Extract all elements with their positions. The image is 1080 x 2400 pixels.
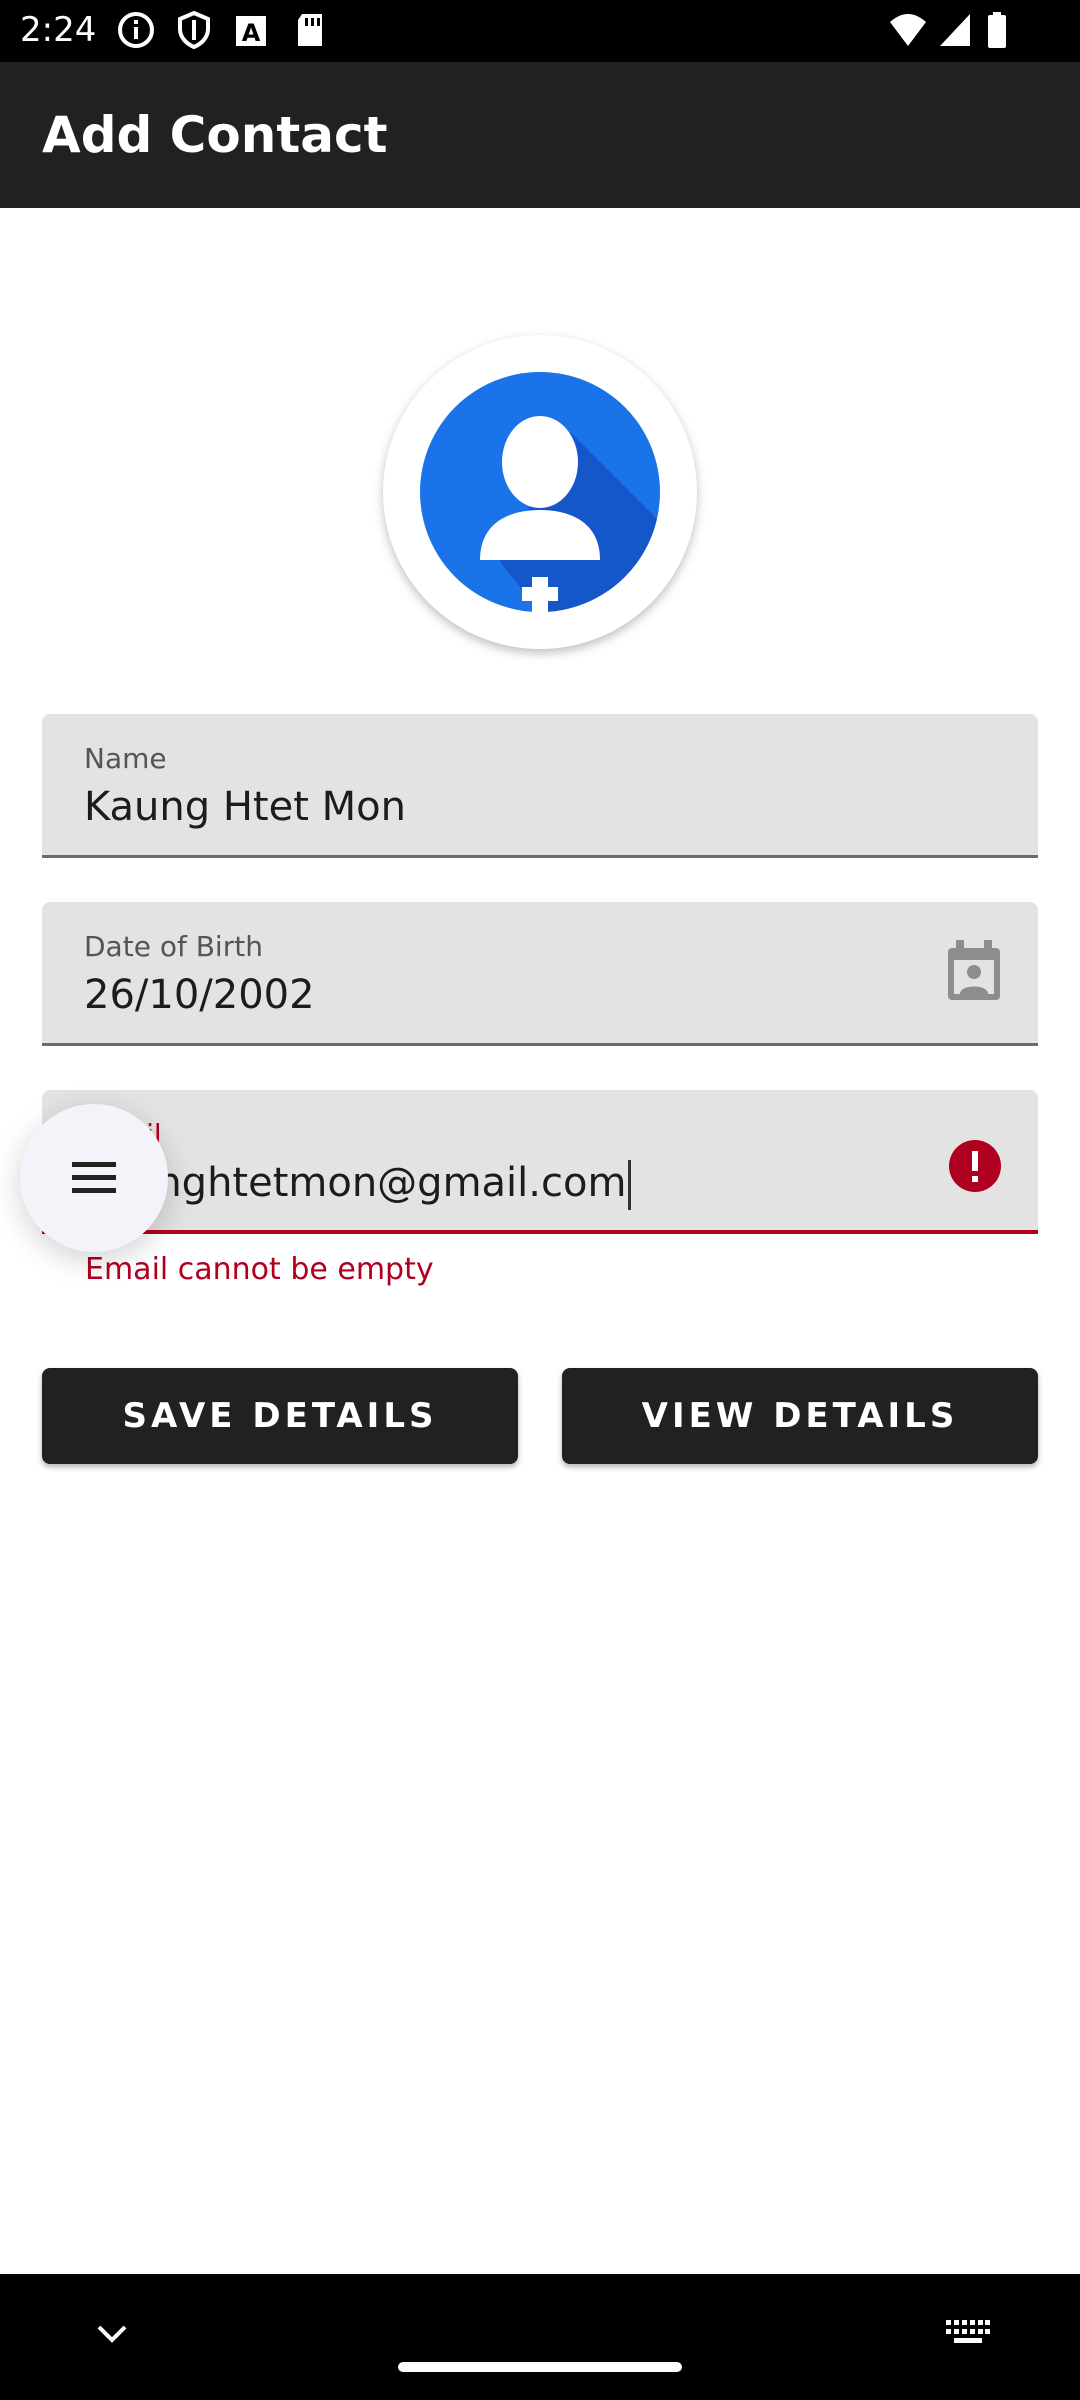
dob-label: Date of Birth xyxy=(84,930,263,963)
navigation-bar xyxy=(0,2274,1080,2400)
name-field[interactable]: Name Kaung Htet Mon xyxy=(42,714,1038,858)
name-label: Name xyxy=(84,742,167,775)
email-error-text: Email cannot be empty xyxy=(85,1252,434,1287)
signal-icon xyxy=(938,10,972,55)
a-badge-icon: A xyxy=(234,10,270,55)
dob-field[interactable]: Date of Birth 26/10/2002 xyxy=(42,902,1038,1046)
avatar-button[interactable] xyxy=(383,335,697,649)
dob-value: 26/10/2002 xyxy=(84,972,315,1018)
view-details-button[interactable]: VIEW DETAILS xyxy=(562,1368,1038,1464)
wifi-icon xyxy=(888,10,928,55)
add-person-icon xyxy=(420,372,660,612)
status-bar: 2:24 A xyxy=(0,0,1080,62)
chevron-down-icon[interactable] xyxy=(96,2324,128,2349)
email-field[interactable]: Email kaunghtetmon@gmail.com xyxy=(42,1090,1038,1234)
page-title: Add Contact xyxy=(42,106,388,164)
floating-menu-button[interactable] xyxy=(20,1104,168,1252)
sd-card-icon xyxy=(292,10,328,55)
menu-icon xyxy=(72,1162,116,1193)
keyboard-icon[interactable] xyxy=(946,2320,990,2353)
app-bar: Add Contact xyxy=(0,62,1080,208)
battery-icon xyxy=(986,10,1008,55)
home-handle[interactable] xyxy=(398,2362,682,2372)
info-icon xyxy=(116,10,156,55)
name-value: Kaung Htet Mon xyxy=(84,784,406,830)
text-caret xyxy=(628,1160,632,1210)
shield-icon xyxy=(174,10,214,55)
calendar-icon[interactable] xyxy=(946,940,1002,1007)
svg-text:A: A xyxy=(242,19,261,47)
status-time: 2:24 xyxy=(20,10,97,50)
save-details-button[interactable]: SAVE DETAILS xyxy=(42,1368,518,1464)
error-icon xyxy=(949,1140,1001,1197)
